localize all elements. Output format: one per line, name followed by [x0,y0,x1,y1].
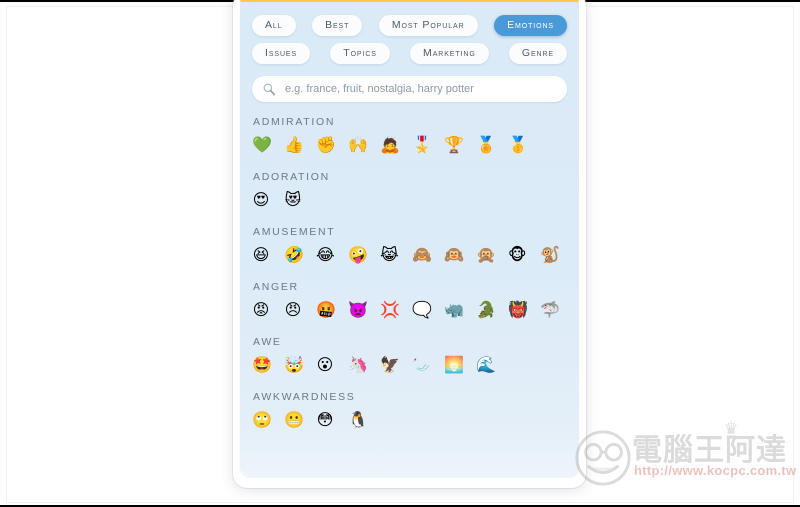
emoji-swan[interactable]: 🦢 [412,355,432,375]
emoji-water-wave[interactable]: 🌊 [476,355,496,375]
emoji-sections: Admiration 💚 👍 ✊ 🙌 🙇 🎖️ 🏆 🏅 🥇 Ado [240,116,579,430]
emoji-sunrise[interactable]: 🌅 [444,355,464,375]
emoji-military-medal[interactable]: 🎖️ [412,135,432,155]
filter-chip-row-primary: All Best Most Popular Emotions [240,15,579,36]
emoji-row: 🙄 😬 😳 🐧 [252,410,567,430]
emoji-thumbs-up[interactable]: 👍 [284,135,304,155]
section-adoration: Adoration 😍 😻 [252,171,567,210]
filter-chip-best[interactable]: Best [312,15,363,36]
emoji-sports-medal[interactable]: 🏅 [476,135,496,155]
emoji-see-no-evil-monkey[interactable]: 🙈 [412,245,432,265]
section-title: Adoration [253,171,330,183]
emoji-speak-no-evil-monkey[interactable]: 🙊 [476,245,496,265]
emoji-unicorn[interactable]: 🦄 [348,355,368,375]
emoji-smiling-face-with-heart-eyes[interactable]: 😍 [252,190,270,210]
search-input[interactable] [283,78,557,100]
emoji-rolling-on-the-floor-laughing[interactable]: 🤣 [284,245,304,265]
emoji-flushed-face[interactable]: 😳 [316,410,334,430]
filter-chip-marketing[interactable]: Marketing [410,43,489,64]
emoji-anger-symbol[interactable]: 💢 [380,300,400,320]
emoji-row: 🤩 🤯 😮 🦄 🦅 🦢 🌅 🌊 [252,355,567,375]
emoji-hear-no-evil-monkey[interactable]: 🙉 [444,245,464,265]
emoji-angry-face-with-horns[interactable]: 👿 [348,300,368,320]
emoji-monkey[interactable]: 🐒 [540,245,560,265]
emoji-person-bowing[interactable]: 🙇 [380,135,400,155]
section-title: Anger [253,281,299,293]
emoji-right-anger-bubble[interactable]: 🗨️ [412,300,432,320]
section-awkwardness: Awkwardness 🙄 😬 😳 🐧 [252,391,567,430]
emoji-smiling-cat-with-heart-eyes[interactable]: 😻 [284,190,302,210]
emoji-monkey-face[interactable]: 🐵 [508,245,527,265]
emoji-green-heart[interactable]: 💚 [252,135,272,155]
emoji-face-with-rolling-eyes[interactable]: 🙄 [252,410,272,430]
section-amusement: Amusement 😆 🤣 😂 🤪 😹 🙈 🙉 🙊 🐵 🐒 [252,226,567,265]
emoji-crocodile[interactable]: 🐊 [476,300,496,320]
emoji-row: 😆 🤣 😂 🤪 😹 🙈 🙉 🙊 🐵 🐒 [252,245,567,265]
picker-panel: All Best Most Popular Emotions Issues To… [240,2,579,478]
emoji-trophy[interactable]: 🏆 [444,135,464,155]
emoji-grimacing-face[interactable]: 😬 [284,410,304,430]
emoji-cat-with-tears-of-joy[interactable]: 😹 [380,245,399,265]
emoji-row: 😡 😠 🤬 👿 💢 🗨️ 🦏 🐊 👹 🦈 [252,300,567,320]
filter-chip-issues[interactable]: Issues [252,43,311,64]
section-awe: Awe 🤩 🤯 😮 🦄 🦅 🦢 🌅 🌊 [252,336,567,375]
emoji-penguin[interactable]: 🐧 [348,410,368,430]
emoji-face-with-open-mouth[interactable]: 😮 [316,355,334,375]
emoji-raising-hands[interactable]: 🙌 [348,135,368,155]
search-bar[interactable] [252,76,567,102]
emoji-face-with-symbols-on-mouth[interactable]: 🤬 [316,300,336,320]
page-frame: All Best Most Popular Emotions Issues To… [0,0,800,507]
section-title: Awe [253,336,282,348]
section-title: Amusement [253,226,336,238]
section-title: Admiration [253,116,336,128]
emoji-raised-fist[interactable]: ✊ [316,135,336,155]
emoji-row: 😍 😻 [252,190,567,210]
emoji-picker-card: All Best Most Popular Emotions Issues To… [233,0,586,488]
section-title: Awkwardness [253,391,356,403]
emoji-pouting-face[interactable]: 😡 [252,300,270,320]
emoji-face-with-tears-of-joy[interactable]: 😂 [316,245,335,265]
emoji-exploding-head[interactable]: 🤯 [284,355,304,375]
filter-chip-most-popular[interactable]: Most Popular [378,15,478,36]
emoji-rhinoceros[interactable]: 🦏 [444,300,464,320]
emoji-ogre[interactable]: 👹 [508,300,528,320]
emoji-star-struck[interactable]: 🤩 [252,355,272,375]
filter-chip-row-secondary: Issues Topics Marketing Genre [240,43,579,64]
emoji-angry-face[interactable]: 😠 [284,300,302,320]
emoji-row: 💚 👍 ✊ 🙌 🙇 🎖️ 🏆 🏅 🥇 [252,135,567,155]
emoji-first-place-medal[interactable]: 🥇 [508,135,528,155]
filter-chip-topics[interactable]: Topics [330,43,390,64]
section-admiration: Admiration 💚 👍 ✊ 🙌 🙇 🎖️ 🏆 🏅 🥇 [252,116,567,155]
emoji-zany-face[interactable]: 🤪 [348,245,368,265]
section-anger: Anger 😡 😠 🤬 👿 💢 🗨️ 🦏 🐊 👹 🦈 [252,281,567,320]
search-icon [263,83,276,96]
filter-chip-emotions[interactable]: Emotions [494,15,567,36]
emoji-grinning-squinting-face[interactable]: 😆 [252,245,270,265]
emoji-shark[interactable]: 🦈 [540,300,560,320]
emoji-eagle[interactable]: 🦅 [380,355,400,375]
filter-chip-all[interactable]: All [252,15,296,36]
filter-chip-genre[interactable]: Genre [508,43,567,64]
